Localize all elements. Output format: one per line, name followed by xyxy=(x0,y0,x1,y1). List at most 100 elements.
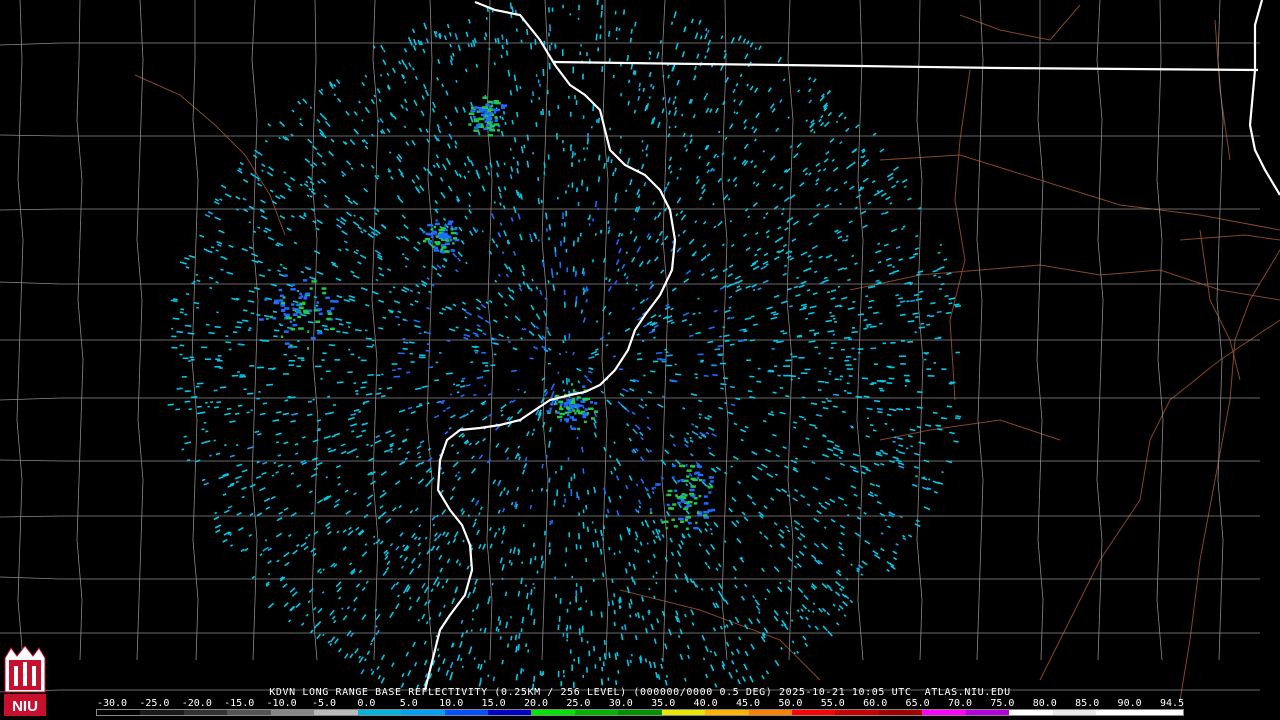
echo-pixel xyxy=(572,240,575,247)
echo-pixel xyxy=(569,405,574,408)
echo-pixel xyxy=(697,473,704,477)
echo-pixel xyxy=(708,476,714,479)
echo-pixel xyxy=(594,402,598,405)
echo-pixel xyxy=(292,313,297,317)
echo-pixel xyxy=(551,7,554,12)
echo-pixel xyxy=(562,670,565,674)
echo-pixel xyxy=(579,51,582,56)
echo-pixel xyxy=(700,360,704,363)
echo-pixel xyxy=(539,670,542,676)
echo-pixel xyxy=(886,365,892,368)
echo-pixel xyxy=(372,344,375,346)
echo-pixel xyxy=(569,13,572,16)
echo-pixel xyxy=(688,521,692,525)
echo-pixel xyxy=(213,389,218,392)
echo-pixel xyxy=(858,351,861,354)
echo-pixel xyxy=(568,95,570,99)
echo-pixel xyxy=(583,420,587,424)
echo-pixel xyxy=(565,190,567,194)
echo-pixel xyxy=(284,313,290,317)
scale-swatch xyxy=(835,710,879,715)
echo-pixel xyxy=(291,303,295,306)
scale-swatch xyxy=(270,710,315,715)
echo-pixel xyxy=(562,4,564,9)
echo-pixel xyxy=(283,353,288,356)
echo-pixel xyxy=(585,600,588,603)
echo-pixel xyxy=(900,340,906,342)
echo-pixel xyxy=(857,348,864,350)
echo-pixel xyxy=(844,359,850,362)
echo-pixel xyxy=(888,377,895,380)
echo-pixel xyxy=(845,364,852,366)
echo-pixel xyxy=(171,327,174,330)
echo-pixel xyxy=(473,129,480,132)
echo-pixel xyxy=(353,382,357,385)
echo-pixel xyxy=(258,318,264,321)
echo-pixel xyxy=(667,489,673,493)
echo-pixel xyxy=(673,525,678,528)
scale-swatch xyxy=(487,710,532,715)
echo-pixel xyxy=(567,184,570,188)
echo-pixel xyxy=(649,508,652,511)
echo-pixel xyxy=(273,301,279,305)
echo-pixel xyxy=(357,356,361,359)
echo-pixel xyxy=(171,346,178,349)
echo-pixel xyxy=(905,380,911,383)
echo-pixel xyxy=(577,17,580,20)
echo-pixel xyxy=(419,354,426,357)
echo-pixel xyxy=(347,371,353,374)
echo-pixel xyxy=(278,288,283,292)
echo-pixel xyxy=(315,320,321,323)
echo-pixel xyxy=(217,360,223,362)
echo-pixel xyxy=(672,503,677,506)
echo-pixel xyxy=(861,377,869,380)
echo-pixel xyxy=(322,291,327,295)
echo-pixel xyxy=(955,351,960,354)
echo-pixel xyxy=(870,347,877,350)
echo-pixel xyxy=(312,398,315,401)
echo-pixel xyxy=(376,374,381,377)
echo-pixel xyxy=(249,365,255,367)
echo-pixel xyxy=(839,378,842,381)
echo-pixel xyxy=(568,532,571,538)
echo-pixel xyxy=(551,519,553,524)
echo-pixel xyxy=(554,470,557,474)
echo-pixel xyxy=(548,32,550,37)
echo-pixel xyxy=(288,360,295,362)
echo-pixel xyxy=(305,292,311,295)
scale-swatch xyxy=(965,710,1010,715)
echo-pixel xyxy=(834,378,839,381)
echo-pixel xyxy=(584,397,591,401)
echo-pixel xyxy=(567,413,570,417)
echo-pixel xyxy=(791,375,796,378)
echo-pixel xyxy=(846,382,850,385)
echo-pixel xyxy=(707,509,713,512)
echo-pixel xyxy=(432,232,438,235)
echo-pixel xyxy=(575,100,578,106)
scale-swatch xyxy=(401,710,445,715)
echo-pixel xyxy=(903,374,910,377)
echo-pixel xyxy=(818,352,821,355)
echo-pixel xyxy=(798,356,805,359)
echo-pixel xyxy=(473,115,476,119)
echo-pixel xyxy=(576,404,583,407)
echo-pixel xyxy=(205,401,208,404)
echo-pixel xyxy=(792,355,798,358)
echo-pixel xyxy=(435,242,440,246)
echo-pixel xyxy=(470,109,476,113)
echo-pixel xyxy=(281,301,286,305)
echo-pixel xyxy=(557,624,560,630)
echo-pixel xyxy=(314,365,322,368)
echo-pixel xyxy=(571,664,574,671)
echo-pixel xyxy=(948,382,953,385)
echo-pixel xyxy=(555,593,557,598)
echo-pixel xyxy=(574,412,577,415)
echo-pixel xyxy=(557,105,560,110)
echo-pixel xyxy=(573,658,575,662)
echo-pixel xyxy=(904,385,907,387)
echo-pixel xyxy=(485,103,490,107)
echo-pixel xyxy=(783,374,787,377)
echo-pixel xyxy=(475,124,481,127)
echo-pixel xyxy=(559,407,562,410)
echo-pixel xyxy=(189,356,194,359)
